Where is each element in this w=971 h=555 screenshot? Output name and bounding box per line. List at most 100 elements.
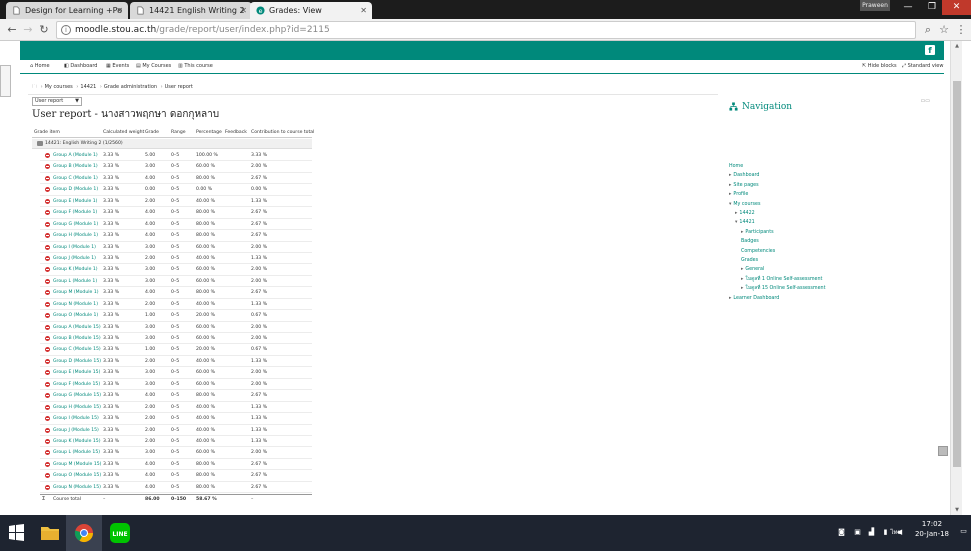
navigation-item-label: โมดูลที่ 15 Online Self-assessment bbox=[745, 286, 826, 292]
line-taskbar-button[interactable]: LINE bbox=[102, 515, 138, 551]
report-select[interactable]: User report ▼ bbox=[32, 97, 82, 106]
address-bar[interactable]: i moodle.stou.ac.th/grade/report/user/in… bbox=[56, 21, 916, 39]
grade-item-link[interactable]: Group L (Module 15) bbox=[53, 447, 100, 458]
grade-item-link[interactable]: Group H (Module 15) bbox=[53, 402, 101, 413]
close-tab-icon[interactable]: ✕ bbox=[360, 6, 367, 15]
navigation-item[interactable]: ▸ Site pages bbox=[729, 182, 759, 189]
grade-item-link[interactable]: Group N (Module 15) bbox=[53, 482, 101, 493]
menu-icon[interactable]: ⋮ bbox=[953, 22, 969, 38]
navigation-item-label: General bbox=[745, 267, 765, 273]
network-icon[interactable]: ▟ bbox=[867, 528, 876, 537]
grade-item-link[interactable]: Group M (Module 15) bbox=[53, 459, 101, 470]
close-tab-icon[interactable]: ✕ bbox=[240, 6, 247, 15]
language-indicator[interactable]: ไทย bbox=[891, 527, 902, 537]
navigation-item[interactable]: ▾ My courses bbox=[729, 201, 760, 208]
back-icon[interactable]: ← bbox=[4, 22, 20, 38]
grade-item-link[interactable]: Group A (Module 15) bbox=[53, 322, 101, 333]
grade-item-link[interactable]: Group A (Module 1) bbox=[53, 150, 98, 161]
clock[interactable]: 17:02 20-Jan-18 bbox=[915, 519, 949, 539]
notifications-icon[interactable]: ▭ bbox=[959, 527, 968, 536]
block-controls-icon[interactable]: ▭▭ bbox=[921, 98, 930, 104]
navigation-item[interactable]: ▸ Learner Dashboard bbox=[729, 295, 779, 302]
cell-grade: 2.00 bbox=[145, 358, 156, 364]
zoom-icon[interactable]: ⌕ bbox=[920, 22, 936, 38]
navigation-item[interactable]: ▾ 14421 bbox=[735, 219, 755, 226]
browser-tab[interactable]: 14421 English Writing 2 ✕ bbox=[130, 2, 252, 19]
standard-view-button[interactable]: ⤢ Standard view bbox=[902, 63, 943, 69]
scroll-to-top-button[interactable] bbox=[938, 446, 948, 456]
grade-item-link[interactable]: Group I (Module 15) bbox=[53, 413, 99, 424]
page-scrollbar[interactable]: ▲ ▼ bbox=[950, 41, 962, 515]
grade-item-link[interactable]: Group G (Module 1) bbox=[53, 219, 98, 230]
facebook-icon[interactable]: f bbox=[925, 45, 935, 55]
breadcrumb-item[interactable]: Grade administration bbox=[104, 84, 157, 90]
grade-item-link[interactable]: Group N (Module 1) bbox=[53, 299, 98, 310]
grade-item-link[interactable]: Group J (Module 15) bbox=[53, 425, 99, 436]
navigation-item[interactable]: Badges bbox=[741, 238, 759, 245]
grade-item-link[interactable]: Group F (Module 15) bbox=[53, 379, 100, 390]
grade-item-link[interactable]: Group E (Module 15) bbox=[53, 367, 100, 378]
navigation-item[interactable]: ▸ Dashboard bbox=[729, 172, 759, 179]
navigation-item[interactable]: Competencies bbox=[741, 248, 775, 255]
nav-dashboard[interactable]: ◧ Dashboard bbox=[64, 63, 97, 69]
cell-percentage: 40.00 % bbox=[196, 301, 215, 307]
breadcrumb-item[interactable]: 14421 bbox=[80, 84, 96, 90]
bookmark-star-icon[interactable]: ☆ bbox=[936, 22, 952, 38]
grade-item-link[interactable]: Group C (Module 15) bbox=[53, 344, 101, 355]
grade-item-link[interactable]: Group B (Module 15) bbox=[53, 333, 101, 344]
navigation-item[interactable]: ▸ 14422 bbox=[735, 210, 755, 217]
grade-item-link[interactable]: Group F (Module 1) bbox=[53, 207, 97, 218]
grade-item-link[interactable]: Group B (Module 1) bbox=[53, 161, 98, 172]
breadcrumb-item[interactable]: My courses bbox=[45, 84, 73, 90]
side-block-toggle[interactable] bbox=[0, 65, 11, 97]
browser-tab[interactable]: Design for Learning +Po ✕ bbox=[6, 2, 128, 19]
cell-range: 0–5 bbox=[171, 336, 180, 342]
browser-tab-active[interactable]: e Grades: View ✕ bbox=[250, 2, 372, 19]
grade-item-link[interactable]: Group J (Module 1) bbox=[53, 253, 96, 264]
navigation-item[interactable]: ▸ Profile bbox=[729, 191, 748, 198]
grade-item-link[interactable]: Group G (Module 15) bbox=[53, 390, 101, 401]
grade-item-link[interactable]: Group I (Module 1) bbox=[53, 242, 96, 253]
battery-icon[interactable]: ▮ bbox=[881, 528, 890, 537]
scrollbar-thumb[interactable] bbox=[953, 81, 961, 467]
camera-icon[interactable]: ◙ bbox=[837, 528, 846, 537]
navigation-item[interactable]: Grades bbox=[741, 257, 758, 264]
forward-icon[interactable]: → bbox=[20, 22, 36, 38]
grade-item-link[interactable]: Group E (Module 1) bbox=[53, 196, 97, 207]
grade-item-link[interactable]: Group H (Module 1) bbox=[53, 230, 98, 241]
file-explorer-taskbar-button[interactable] bbox=[32, 515, 68, 551]
navigation-item[interactable]: ▸ โมดูลที่ 15 Online Self-assessment bbox=[741, 285, 825, 292]
reload-icon[interactable]: ↻ bbox=[36, 22, 52, 38]
profile-button[interactable]: Praween bbox=[860, 0, 890, 11]
nav-home[interactable]: ⌂ Home bbox=[30, 63, 50, 69]
tray-app-icon[interactable]: ▣ bbox=[853, 528, 862, 537]
scroll-up-icon[interactable]: ▲ bbox=[953, 42, 961, 50]
nav-this-course[interactable]: ▥ This course bbox=[178, 63, 213, 69]
breadcrumb-item[interactable]: User report bbox=[165, 84, 193, 90]
navigation-item[interactable]: Home bbox=[729, 163, 743, 170]
cell-percentage: 80.00 % bbox=[196, 221, 215, 227]
navigation-item[interactable]: ▸ Participants bbox=[741, 229, 774, 236]
grade-item-link[interactable]: Group D (Module 1) bbox=[53, 184, 98, 195]
chrome-taskbar-button[interactable] bbox=[66, 515, 102, 551]
close-tab-icon[interactable]: ✕ bbox=[116, 6, 123, 15]
grade-item-link[interactable]: Group D (Module 15) bbox=[53, 356, 101, 367]
scroll-down-icon[interactable]: ▼ bbox=[953, 506, 961, 514]
nav-my-courses[interactable]: ▤ My Courses bbox=[136, 63, 171, 69]
site-info-icon[interactable]: i bbox=[61, 25, 71, 35]
hide-blocks-button[interactable]: ⇱ Hide blocks bbox=[862, 63, 897, 69]
windows-start-icon[interactable] bbox=[0, 515, 32, 551]
grade-item-link[interactable]: Group C (Module 1) bbox=[53, 173, 98, 184]
grade-item-link[interactable]: Group L (Module 1) bbox=[53, 276, 97, 287]
svg-text:e: e bbox=[259, 8, 263, 15]
cell-weight: 3.33 % bbox=[103, 381, 120, 387]
grade-item-link[interactable]: Group O (Module 15) bbox=[53, 470, 101, 481]
grade-item-link[interactable]: Group K (Module 1) bbox=[53, 264, 98, 275]
grade-item-link[interactable]: Group M (Module 1) bbox=[53, 287, 99, 298]
grade-item-link[interactable]: Group O (Module 1) bbox=[53, 310, 98, 321]
grade-item-link[interactable]: Group K (Module 15) bbox=[53, 436, 101, 447]
close-window-icon[interactable]: ✕ bbox=[942, 0, 971, 15]
navigation-item[interactable]: ▸ โมดูลที่ 1 Online Self-assessment bbox=[741, 276, 822, 283]
navigation-item[interactable]: ▸ General bbox=[741, 266, 764, 273]
nav-events[interactable]: ▦ Events bbox=[106, 63, 129, 69]
